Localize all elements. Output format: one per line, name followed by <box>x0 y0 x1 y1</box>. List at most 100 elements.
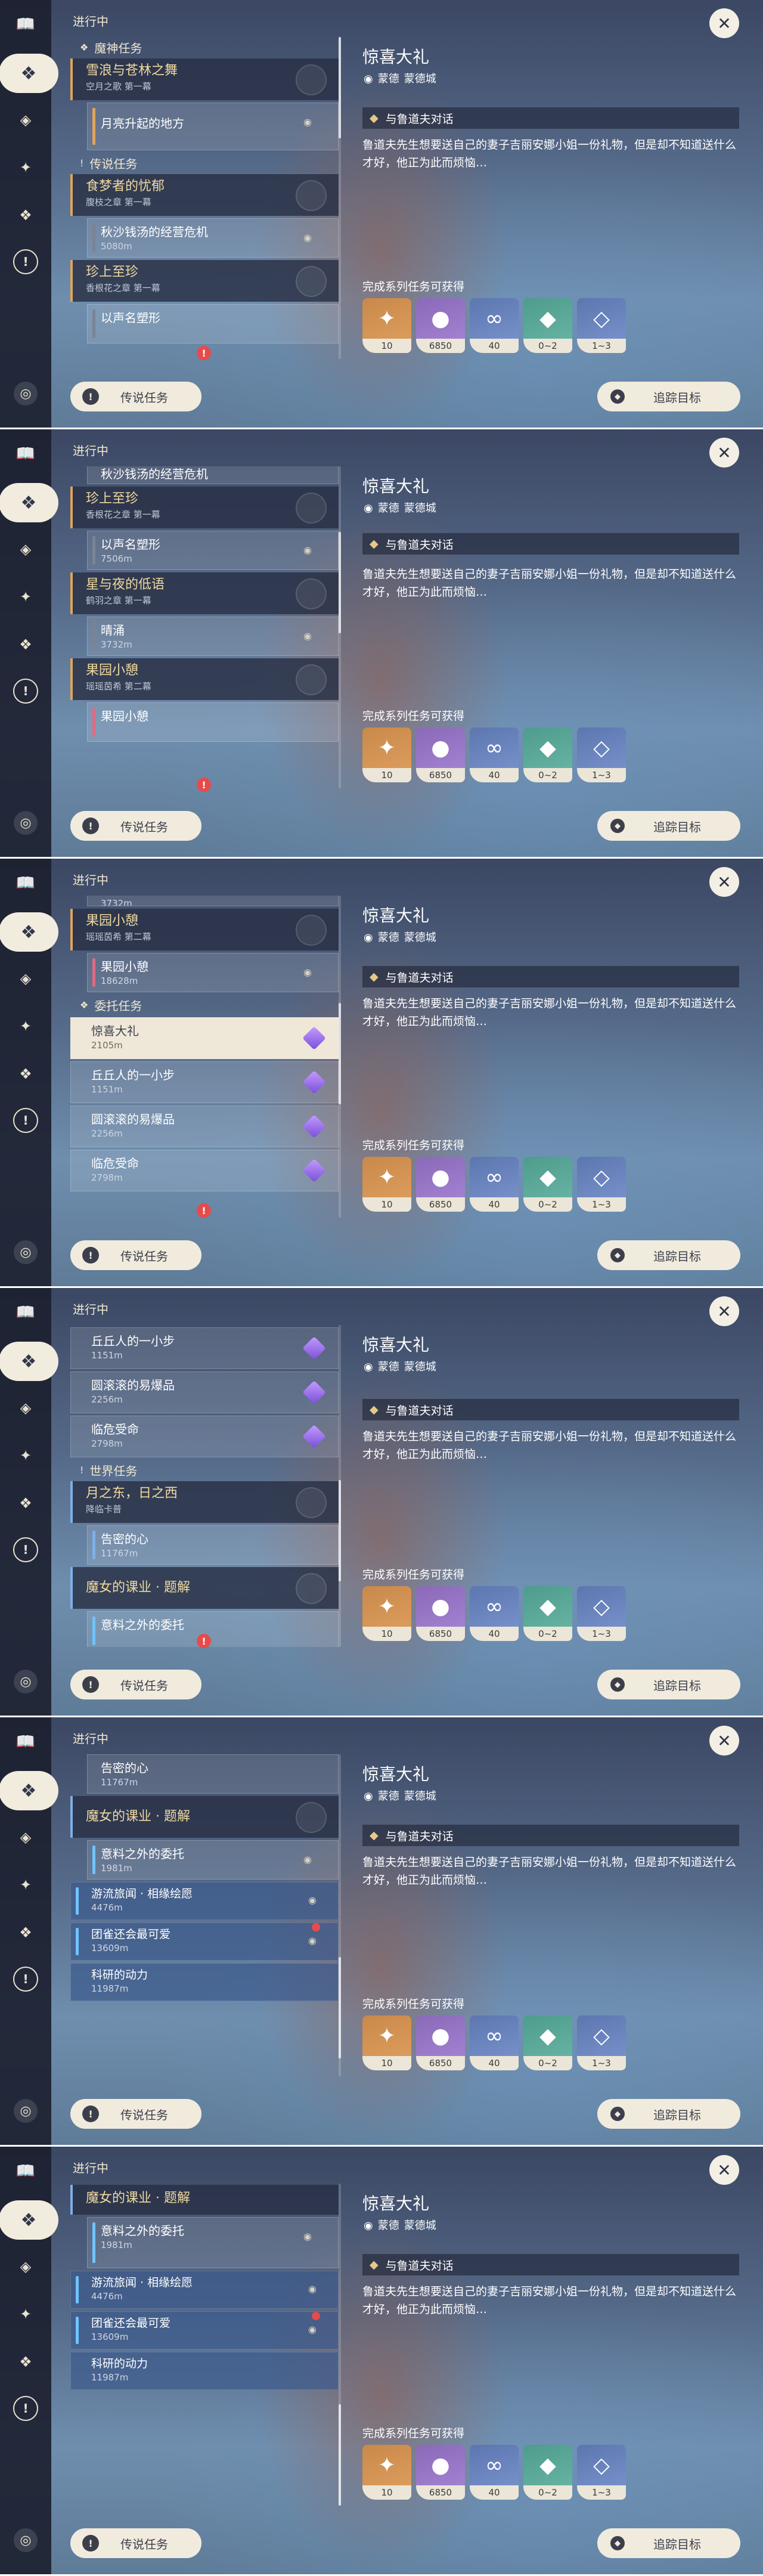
location-pin-icon[interactable]: ◉ <box>308 2283 317 2295</box>
tab-world-exclaim-icon[interactable]: ! <box>13 2396 38 2421</box>
quest-step[interactable]: 果园小憩 18628m ◉ <box>87 953 339 992</box>
location-pin-icon[interactable]: ◉ <box>308 1894 317 1906</box>
quest-legend-1[interactable]: 食梦者的忧郁 腹枝之章 第一幕 <box>70 174 339 216</box>
tab-archon-icon[interactable]: ◈ <box>12 2253 39 2280</box>
track-button[interactable]: ◆ 追踪目标 <box>597 811 740 841</box>
tab-archon-icon[interactable]: ◈ <box>12 535 39 563</box>
quest-step[interactable]: 晴涌 3732m ◉ <box>87 617 339 656</box>
close-button[interactable]: ✕ <box>709 8 739 38</box>
scrollbar[interactable] <box>339 37 341 359</box>
quest-step[interactable]: 以声名塑形 <box>87 304 339 343</box>
tab-world-exclaim-icon[interactable]: ! <box>13 1537 38 1562</box>
quest-legend-4[interactable]: 果园小憩 瑶瑶茵希 第二幕 <box>70 909 339 950</box>
commission-row[interactable]: 临危受命 2798m <box>70 1150 339 1191</box>
quest-step[interactable]: 告密的心 11767m <box>87 1754 339 1794</box>
quest-step[interactable]: 意料之外的委托 <box>87 1611 339 1647</box>
quest-step[interactable]: 意料之外的委托 1981m ◉ <box>87 1840 339 1880</box>
quest-step[interactable]: 秋沙钱汤的经营危机 <box>87 466 339 484</box>
quest-step[interactable]: 告密的心 11767m <box>87 1525 339 1565</box>
quest-world-2[interactable]: 魔女的课业 · 题解 <box>70 1567 339 1609</box>
tab-archon-icon[interactable]: ◈ <box>12 1394 39 1422</box>
quest-legend-3[interactable]: 星与夜的低语 鹤羽之章 第一幕 <box>70 572 339 614</box>
tab-world-exclaim-icon[interactable]: ! <box>13 679 38 704</box>
tab-star-icon[interactable]: ✦ <box>12 1871 39 1899</box>
scrollbar[interactable] <box>339 2184 341 2506</box>
legend-quest-button[interactable]: ! 传说任务 <box>70 811 201 841</box>
quest-step[interactable]: 科研的动力 11987m <box>70 2352 339 2390</box>
tab-in-progress[interactable]: ❖ <box>0 54 58 93</box>
history-icon[interactable]: ◎ <box>14 811 38 835</box>
history-icon[interactable]: ◎ <box>14 2528 38 2552</box>
legend-quest-button[interactable]: ! 传说任务 <box>70 2528 201 2558</box>
scrollbar[interactable] <box>339 896 341 1218</box>
tab-world-icon[interactable]: ❖ <box>12 1919 39 1946</box>
reward-mora[interactable]: ● 6850 <box>416 727 465 782</box>
legend-quest-button[interactable]: ! 传说任务 <box>70 2099 201 2129</box>
track-button[interactable]: ◆ 追踪目标 <box>597 2528 740 2558</box>
tab-star-icon[interactable]: ✦ <box>12 1442 39 1469</box>
legend-quest-button[interactable]: ! 传说任务 <box>70 382 201 411</box>
commission-row[interactable]: 圆滚滚的易爆品 2256m <box>70 1371 339 1413</box>
scrollbar[interactable] <box>339 466 341 788</box>
reward-crystal[interactable]: ◇ 1~3 <box>577 727 626 782</box>
reward-crystal[interactable]: ◇ 1~3 <box>577 1157 626 1212</box>
reward-mora[interactable]: ● 6850 <box>416 2445 465 2500</box>
history-icon[interactable]: ◎ <box>14 1670 38 1693</box>
reward-mora[interactable]: ● 6850 <box>416 2015 465 2070</box>
reward-ore[interactable]: ◆ 0~2 <box>523 1157 572 1212</box>
quest-world-2[interactable]: 魔女的课业 · 题解 <box>70 1796 339 1838</box>
quest-archon[interactable]: 雪浪与苍林之舞 空月之歌 第一幕 <box>70 58 339 100</box>
reward-exp[interactable]: ∞ 40 <box>470 2015 519 2070</box>
quest-legend-2[interactable]: 珍上至珍 香根花之章 第一幕 <box>70 487 339 528</box>
tab-world-exclaim-icon[interactable]: ! <box>13 1108 38 1133</box>
quest-step[interactable]: 3732m <box>87 896 339 906</box>
history-icon[interactable]: ◎ <box>14 382 38 405</box>
reward-ore[interactable]: ◆ 0~2 <box>523 2445 572 2500</box>
quest-step[interactable]: 游流旅闻 · 相缘绘愿 4476m ◉ <box>70 2271 339 2309</box>
tab-star-icon[interactable]: ✦ <box>12 154 39 181</box>
tab-archon-icon[interactable]: ◈ <box>12 106 39 134</box>
reward-exp[interactable]: ∞ 40 <box>470 727 519 782</box>
tab-world-icon[interactable]: ❖ <box>12 202 39 229</box>
close-button[interactable]: ✕ <box>709 867 739 897</box>
quest-legend-4[interactable]: 果园小憩 瑶瑶茵希 第二幕 <box>70 658 339 700</box>
reward-ore[interactable]: ◆ 0~2 <box>523 1586 572 1641</box>
history-icon[interactable]: ◎ <box>14 1240 38 1264</box>
reward-primogem[interactable]: ✦ 10 <box>362 2445 411 2500</box>
reward-exp[interactable]: ∞ 40 <box>470 2445 519 2500</box>
reward-mora[interactable]: ● 6850 <box>416 1586 465 1641</box>
quest-legend-2[interactable]: 珍上至珍 香根花之章 第一幕 <box>70 260 339 302</box>
location-pin-icon[interactable]: ◉ <box>303 1854 312 1865</box>
tab-in-progress[interactable]: ❖ <box>0 2200 58 2240</box>
reward-primogem[interactable]: ✦ 10 <box>362 1157 411 1212</box>
track-button[interactable]: ◆ 追踪目标 <box>597 2099 740 2129</box>
reward-primogem[interactable]: ✦ 10 <box>362 727 411 782</box>
commission-row[interactable]: 惊喜大礼 2105m <box>70 1017 339 1059</box>
tab-in-progress[interactable]: ❖ <box>0 483 58 522</box>
quest-step[interactable]: 果园小憩 <box>87 702 339 742</box>
tab-in-progress[interactable]: ❖ <box>0 912 58 952</box>
tab-world-exclaim-icon[interactable]: ! <box>13 1967 38 1992</box>
tab-in-progress[interactable]: ❖ <box>0 1771 58 1810</box>
location-pin-icon[interactable]: ◉ <box>303 544 312 556</box>
tab-star-icon[interactable]: ✦ <box>12 1013 39 1040</box>
commission-row[interactable]: 临危受命 2798m <box>70 1416 339 1457</box>
quest-step[interactable]: 月亮升起的地方 ◉ <box>87 103 339 150</box>
reward-exp[interactable]: ∞ 40 <box>470 298 519 353</box>
tab-world-icon[interactable]: ❖ <box>12 1060 39 1088</box>
reward-ore[interactable]: ◆ 0~2 <box>523 2015 572 2070</box>
reward-mora[interactable]: ● 6850 <box>416 1157 465 1212</box>
commission-row[interactable]: 丘丘人的一小步 1151m <box>70 1061 339 1103</box>
track-button[interactable]: ◆ 追踪目标 <box>597 1240 740 1270</box>
reward-ore[interactable]: ◆ 0~2 <box>523 298 572 353</box>
reward-primogem[interactable]: ✦ 10 <box>362 2015 411 2070</box>
reward-primogem[interactable]: ✦ 10 <box>362 298 411 353</box>
reward-crystal[interactable]: ◇ 1~3 <box>577 298 626 353</box>
quest-step[interactable]: 游流旅闻 · 相缘绘愿 4476m ◉ <box>70 1882 339 1920</box>
quest-world-2[interactable]: 魔女的课业 · 题解 <box>70 2185 339 2215</box>
location-pin-icon[interactable]: ◉ <box>303 116 312 128</box>
commission-row[interactable]: 丘丘人的一小步 1151m <box>70 1327 339 1369</box>
quest-step[interactable]: 意料之外的委托 1981m ◉ <box>87 2217 339 2268</box>
reward-crystal[interactable]: ◇ 1~3 <box>577 2445 626 2500</box>
quest-step[interactable]: 科研的动力 11987m <box>70 1963 339 2001</box>
